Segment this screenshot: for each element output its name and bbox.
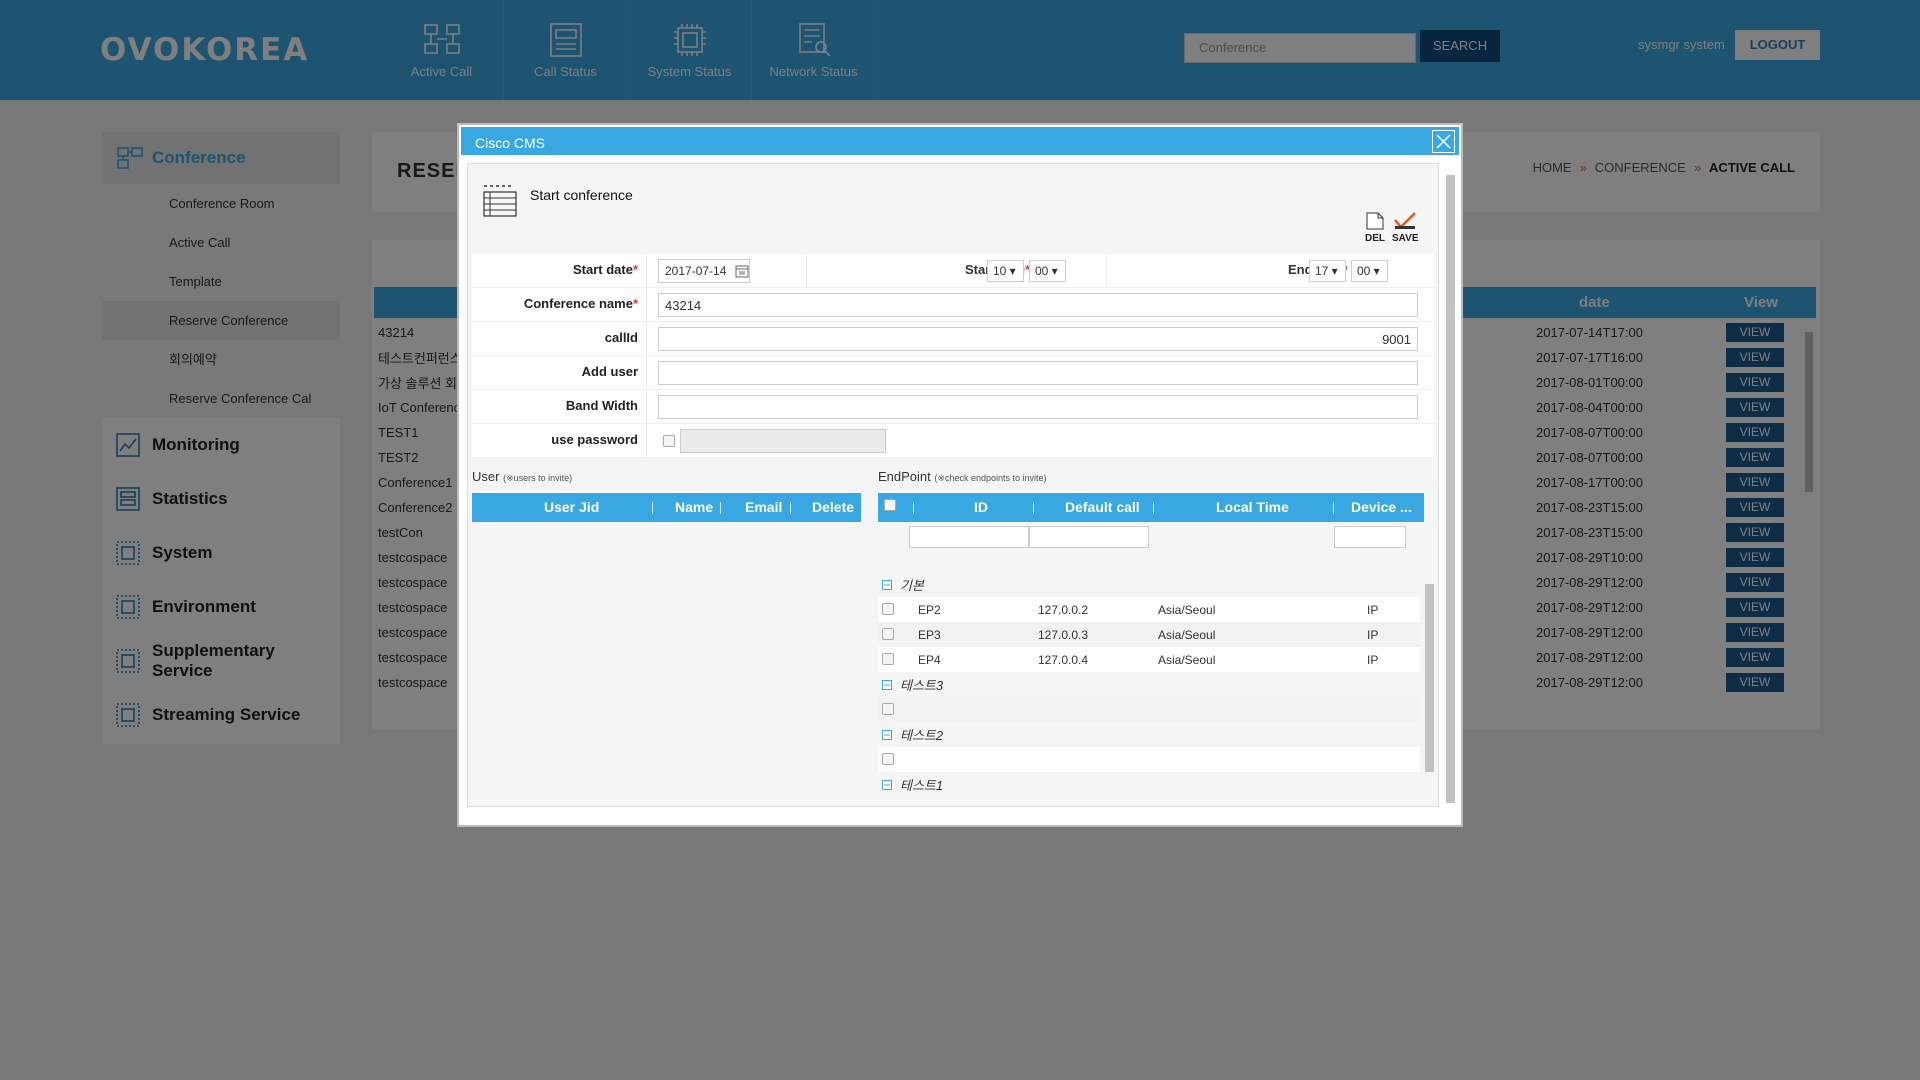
endpoint-row[interactable]: EP2 127.0.0.2 Asia/Seoul IP [878,597,1420,622]
save-label: SAVE [1392,233,1419,244]
endpoint-local-time: Asia/Seoul [1158,653,1216,667]
filter-default-call-input[interactable] [1029,526,1149,548]
tree-group-label: 테스트1 [900,778,944,793]
user-section-title: User (※users to invite) [472,469,573,484]
calendar-icon[interactable] [735,264,749,278]
endpoint-row[interactable] [878,747,1420,772]
endpoint-checkbox[interactable] [882,653,894,665]
form-row-conference-name: Conference name* 43214 [472,288,1434,322]
endpoint-local-time: Asia/Seoul [1158,603,1216,617]
list-icon [483,185,517,217]
column-id[interactable]: ID [974,499,988,515]
form-row-callid: callId 9001 [472,322,1434,356]
use-password-label: use password [472,424,647,457]
scrollbar-thumb[interactable] [1425,584,1434,772]
column-user-jid[interactable]: User Jid [544,499,599,515]
endpoint-checkbox[interactable] [882,628,894,640]
end-minute-select[interactable]: 00 ▾ [1351,260,1388,282]
tree-group[interactable]: 테스트2 [878,722,1420,747]
dialog-actions: DEL SAVE [1362,212,1419,244]
tree-group[interactable]: 테스트1 [878,772,1420,796]
add-user-label: Add user [472,356,647,389]
band-width-field[interactable] [658,395,1418,419]
conference-form: Start date* 2017-07-14 Start time* 10 ▾ … [472,254,1434,458]
collapse-icon[interactable] [882,579,892,590]
save-icon [1394,212,1416,229]
endpoint-scrollbar[interactable] [1422,576,1436,796]
filter-device-input[interactable] [1334,526,1406,548]
password-field[interactable] [680,429,886,453]
dialog-body: Start conference DEL SAVE Start date* 20… [467,163,1439,807]
save-button[interactable]: SAVE [1392,212,1419,244]
form-row-band-width: Band Width [472,390,1434,424]
band-width-label: Band Width [472,390,647,423]
tree-group-label: 기본 [900,578,924,593]
filter-id-input[interactable] [909,526,1029,548]
endpoint-device: IP [1367,603,1379,617]
start-hour-select[interactable]: 10 ▾ [987,260,1024,282]
use-password-checkbox[interactable] [663,435,675,447]
endpoint-device: IP [1367,653,1379,667]
form-row-password: use password [472,424,1434,458]
endpoint-default-call: 127.0.0.2 [1038,603,1089,617]
add-user-field[interactable] [658,361,1418,385]
section-title: Start conference [530,187,633,203]
tree-group[interactable]: 테스트3 [878,672,1420,697]
column-default-call[interactable]: Default call [1065,499,1140,515]
column-name[interactable]: Name [675,499,713,515]
endpoint-device: IP [1367,628,1379,642]
endpoint-tree: 기본 EP2 127.0.0.2 Asia/Seoul IP EP3 127.0.0.3 As… [878,572,1420,796]
endpoint-section-title: EndPoint (※check endpoints to invite) [878,469,1047,484]
document-delete-icon [1366,212,1384,230]
endpoint-default-call: 127.0.0.4 [1038,653,1089,667]
scrollbar-thumb[interactable] [1446,175,1455,803]
column-email[interactable]: Email [745,499,782,515]
endpoint-row[interactable] [878,697,1420,722]
dialog-title: Cisco CMS [459,125,1461,157]
tree-group-label: 테스트3 [900,678,944,693]
endpoint-id: EP2 [918,603,941,617]
endpoint-grid-header: ID Default call Local Time Device ... [878,493,1424,522]
endpoint-id: EP3 [918,628,941,642]
delete-button[interactable]: DEL [1362,212,1388,244]
collapse-icon[interactable] [882,779,892,790]
endpoint-row[interactable]: EP3 127.0.0.3 Asia/Seoul IP [878,622,1420,647]
endpoint-checkbox[interactable] [882,603,894,615]
conference-name-field[interactable]: 43214 [658,293,1418,317]
endpoint-local-time: Asia/Seoul [1158,628,1216,642]
column-device[interactable]: Device ... [1351,499,1412,515]
close-icon[interactable] [1432,130,1455,153]
cisco-cms-dialog: Cisco CMS Start conference DEL SAVE Star… [457,123,1463,827]
start-minute-select[interactable]: 00 ▾ [1029,260,1066,282]
tree-group[interactable]: 기본 [878,572,1420,597]
select-all-checkbox[interactable] [884,499,896,511]
form-row-schedule: Start date* 2017-07-14 Start time* 10 ▾ … [472,254,1434,288]
collapse-icon[interactable] [882,729,892,740]
column-local-time[interactable]: Local Time [1216,499,1289,515]
endpoint-id: EP4 [918,653,941,667]
delete-label: DEL [1365,233,1385,244]
start-date-label: Start date* [472,254,647,287]
callid-field[interactable]: 9001 [658,327,1418,351]
tree-group-label: 테스트2 [900,728,944,743]
dialog-scrollbar[interactable] [1443,163,1457,823]
collapse-icon[interactable] [882,679,892,690]
endpoint-row[interactable]: EP4 127.0.0.4 Asia/Seoul IP [878,647,1420,672]
user-grid-header: User Jid Name Email Delete [472,493,861,522]
conference-name-label: Conference name* [472,288,647,321]
callid-label: callId [472,322,647,355]
endpoint-default-call: 127.0.0.3 [1038,628,1089,642]
endpoint-checkbox[interactable] [882,703,894,715]
column-delete[interactable]: Delete [812,499,854,515]
endpoint-checkbox[interactable] [882,753,894,765]
end-hour-select[interactable]: 17 ▾ [1309,260,1346,282]
form-row-add-user: Add user [472,356,1434,390]
